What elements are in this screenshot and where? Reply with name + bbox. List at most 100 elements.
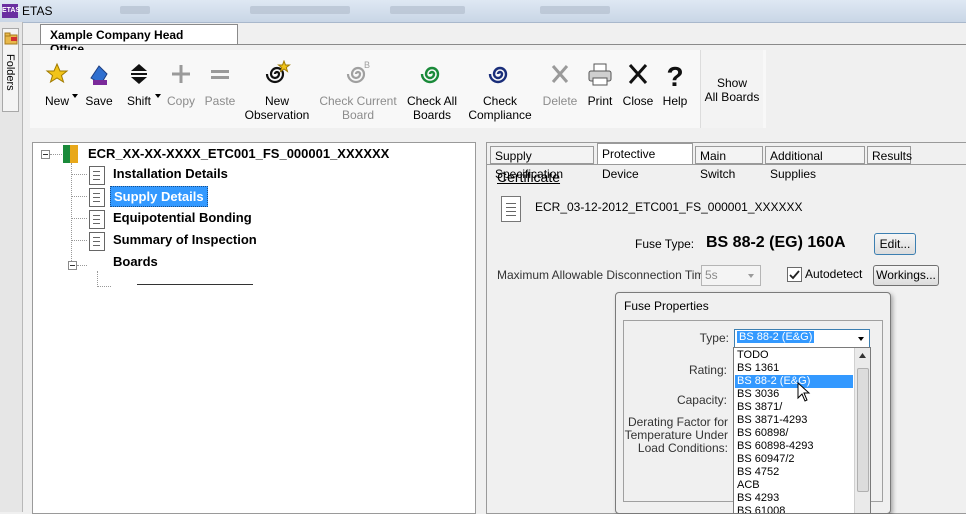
fuse-type-label: Fuse Type: [635,237,695,251]
new-observation-label-1: New [264,94,289,108]
list-item[interactable]: BS 3871/ [737,401,782,414]
document-tab[interactable]: Xample Company Head Office_... [40,24,238,56]
show-all-boards-button[interactable]: Show All Boards [700,50,763,128]
titlebar-ghost [250,6,350,14]
tab-divider [22,44,966,45]
mad-label: Maximum Allowable Disconnection Time: [497,268,715,282]
tree-item-supply-details[interactable]: Supply Details [110,186,208,207]
boards-collapse-toggle[interactable] [68,261,77,270]
mad-value: 5s [705,268,718,282]
list-item[interactable]: BS 60947/2 [737,453,795,466]
app-logo: ETAS [2,4,20,18]
edit-button[interactable]: Edit... [874,233,916,255]
chevron-down-icon [858,337,864,341]
copy-button[interactable]: Copy [162,56,200,122]
tab-protective-device[interactable]: Protective Device [597,143,693,181]
list-item[interactable]: BS 61008 [737,505,785,513]
tree-line [71,196,87,197]
tree-line [71,218,87,219]
check-compliance-label-1: Check [482,94,517,108]
close-label: Close [622,94,654,108]
help-button[interactable]: ? Help [658,56,692,122]
tree-item-installation-details[interactable]: Installation Details [113,166,228,181]
show-all-boards-label-2: All Boards [704,90,760,104]
title-bar: ETAS ETAS [0,0,966,23]
new-observation-label-2: Observation [244,108,310,122]
print-button[interactable]: Print [582,56,618,122]
new-observation-button[interactable]: New Observation [240,56,314,122]
type-dropdown-list[interactable]: TODO BS 1361 BS 88-2 (E&G) BS 3036 BS 38… [733,347,871,514]
tab-strip-line [487,164,966,165]
list-item[interactable]: BS 3036 [737,388,779,401]
shift-button[interactable]: Shift [118,56,161,122]
tree-line [71,174,87,175]
list-item[interactable]: BS 3871-4293 [737,414,807,427]
tree-root[interactable]: ECR_XX-XX-XXXX_ETC001_FS_000001_XXXXXX [88,146,389,161]
delete-label: Delete [542,94,578,108]
scroll-thumb[interactable] [857,368,869,492]
derating-label: Derating Factor for Temperature Under Lo… [624,416,728,455]
help-label: Help [662,94,688,108]
list-item[interactable]: BS 4752 [737,466,779,479]
close-icon [628,64,648,84]
list-item[interactable]: TODO [737,349,769,362]
check-current-board-button[interactable]: B Check Current Board [316,56,400,122]
scroll-up-icon[interactable] [855,350,870,362]
certificate-heading: Certificate [497,169,561,185]
tree-pane: ECR_XX-XX-XXXX_ETC001_FS_000001_XXXXXX I… [32,142,476,514]
tab-results[interactable]: Results [867,146,912,164]
delete-button[interactable]: Delete [538,56,582,122]
document-icon [89,232,105,251]
check-compliance-label-2: Compliance [468,108,532,122]
mouse-cursor-icon [797,382,811,402]
board-item-placeholder[interactable] [137,284,253,285]
close-button[interactable]: Close [620,56,656,122]
workings-button[interactable]: Workings... [873,265,939,286]
tree-item-summary-of-inspection[interactable]: Summary of Inspection [113,232,257,247]
check-all-boards-button[interactable]: Check All Boards [402,56,462,122]
tab-main-switch[interactable]: Main Switch [695,146,763,181]
tab-supply-specification[interactable]: Supply Specification [490,146,594,181]
mad-select[interactable]: 5s [701,265,761,286]
list-item[interactable]: BS 4293 [737,492,779,505]
dropdown-scrollbar[interactable] [854,348,870,513]
tree-line [97,271,98,287]
list-item[interactable]: BS 60898/ [737,427,788,440]
dialog-title: Fuse Properties [624,299,709,313]
list-item[interactable]: ACB [737,479,760,492]
tree-item-boards[interactable]: Boards [113,254,158,269]
svg-text:?: ? [666,61,683,88]
derating-label-1: Derating Factor for [627,415,728,429]
autodetect-checkbox[interactable] [787,267,802,282]
printer-icon [588,63,612,86]
collapse-toggle[interactable] [41,150,50,159]
document-icon [89,210,105,229]
check-all-boards-label-2: Boards [412,108,452,122]
titlebar-ghost [540,6,610,14]
list-item[interactable]: BS 1361 [737,362,779,375]
save-button[interactable]: Save [82,56,116,122]
paste-button[interactable]: Paste [202,56,238,122]
fuse-type-value: BS 88-2 (EG) 160A [706,234,846,251]
root-icon-orange [70,145,78,163]
new-button[interactable]: New [34,56,80,122]
tree-item-equipotential-bonding[interactable]: Equipotential Bonding [113,210,252,225]
tree-line [71,240,87,241]
paste-label: Paste [204,94,236,108]
list-item-selected[interactable]: BS 88-2 (E&G) [735,375,853,388]
chevron-down-icon[interactable] [155,94,161,98]
folders-icon [4,32,18,45]
tree-line [50,154,62,155]
check-current-board-label-2: Board [341,108,375,122]
list-item[interactable]: BS 60898-4293 [737,440,813,453]
tab-additional-supplies[interactable]: Additional Supplies [765,146,865,181]
folders-strip: Folders [0,22,23,512]
check-all-boards-icon [420,66,440,84]
svg-text:B: B [364,60,370,70]
new-label: New [44,94,69,108]
check-compliance-button[interactable]: Check Compliance [464,56,536,122]
chevron-down-icon[interactable] [72,94,78,98]
document-icon [89,166,105,185]
document-icon [501,196,521,222]
type-select[interactable]: BS 88-2 (E&G) [734,329,870,349]
